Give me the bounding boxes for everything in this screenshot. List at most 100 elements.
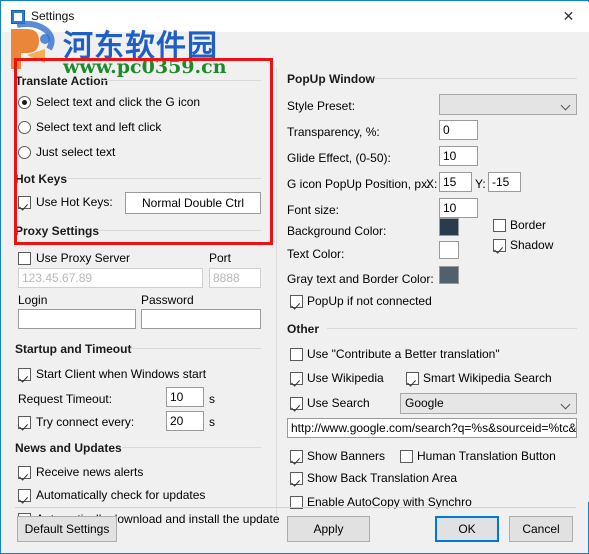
- gray-color-swatch[interactable]: [439, 266, 459, 284]
- group-line: [64, 178, 261, 179]
- label-g-icon-popup-position: G icon PopUp Position, px:: [287, 177, 431, 191]
- settings-dialog: Settings ✕ Translate Action Select text …: [0, 0, 589, 554]
- proxy-login-input[interactable]: [18, 309, 136, 329]
- group-line: [327, 328, 577, 329]
- label-position-y: Y:: [475, 177, 486, 191]
- group-translate-action: Translate Action: [15, 74, 108, 88]
- label-password: Password: [141, 293, 194, 307]
- label-use-search: Use Search: [307, 396, 370, 410]
- default-settings-button[interactable]: Default Settings: [17, 516, 117, 542]
- label-gray-text-border-color: Gray text and Border Color:: [287, 272, 434, 286]
- radio-select-and-g-icon[interactable]: [18, 96, 31, 109]
- checkbox-human-translation-button[interactable]: [400, 450, 413, 463]
- group-news-updates: News and Updates: [15, 441, 122, 455]
- label-login: Login: [18, 293, 48, 307]
- ok-button[interactable]: OK: [435, 516, 499, 542]
- style-preset-select[interactable]: [439, 94, 577, 115]
- apply-button[interactable]: Apply: [287, 516, 370, 542]
- label-glide-effect: Glide Effect, (0-50):: [287, 151, 391, 165]
- label-use-proxy-server: Use Proxy Server: [36, 251, 131, 265]
- group-popup-window: PopUp Window: [287, 72, 375, 86]
- dialog-body: Translate Action Select text and click t…: [2, 32, 589, 526]
- label-background-color: Background Color:: [287, 224, 387, 238]
- checkbox-use-wikipedia[interactable]: [290, 372, 303, 385]
- proxy-password-input[interactable]: [141, 309, 261, 329]
- label-show-back-translation-area: Show Back Translation Area: [307, 471, 458, 485]
- popup-position-x-input[interactable]: 15: [439, 172, 472, 192]
- glide-effect-input[interactable]: 10: [439, 146, 478, 166]
- label-human-translation-button: Human Translation Button: [417, 449, 556, 463]
- popup-position-y-input[interactable]: -15: [488, 172, 521, 192]
- radio-label-just-select-text: Just select text: [36, 145, 116, 159]
- close-button[interactable]: ✕: [548, 3, 589, 32]
- label-border: Border: [510, 218, 547, 232]
- label-transparency: Transparency, %:: [287, 125, 380, 139]
- label-receive-news-alerts: Receive news alerts: [36, 465, 144, 479]
- search-url-input[interactable]: http://www.google.com/search?q=%s&source…: [287, 418, 577, 438]
- text-color-swatch[interactable]: [439, 241, 459, 259]
- group-proxy-settings: Proxy Settings: [15, 224, 100, 238]
- label-try-connect-every: Try connect every:: [36, 415, 135, 429]
- try-connect-interval-input[interactable]: 20: [166, 411, 204, 431]
- label-show-banners: Show Banners: [307, 449, 386, 463]
- search-engine-select[interactable]: Google: [400, 393, 577, 414]
- checkbox-receive-news-alerts[interactable]: [18, 466, 31, 479]
- label-style-preset: Style Preset:: [287, 99, 356, 113]
- proxy-server-input[interactable]: 123.45.67.89: [18, 268, 203, 288]
- chevron-down-icon: [562, 102, 570, 110]
- checkbox-use-hot-keys[interactable]: [18, 196, 31, 209]
- transparency-input[interactable]: 0: [439, 120, 478, 140]
- checkbox-show-banners[interactable]: [290, 450, 303, 463]
- label-smart-wikipedia-search: Smart Wikipedia Search: [423, 371, 552, 385]
- group-line: [122, 447, 261, 448]
- group-line: [95, 230, 261, 231]
- proxy-port-input[interactable]: 8888: [209, 268, 261, 288]
- checkbox-smart-wikipedia-search[interactable]: [406, 372, 419, 385]
- settings-app-icon: [11, 10, 25, 24]
- cancel-button[interactable]: Cancel: [509, 516, 573, 542]
- checkbox-shadow[interactable]: [493, 239, 506, 252]
- label-use-wikipedia: Use Wikipedia: [307, 371, 384, 385]
- group-other: Other: [287, 322, 320, 336]
- radio-select-and-left-click[interactable]: [18, 121, 31, 134]
- label-request-timeout-unit: s: [209, 392, 215, 406]
- group-line: [130, 348, 261, 349]
- checkbox-show-back-translation-area[interactable]: [290, 472, 303, 485]
- label-text-color: Text Color:: [287, 247, 345, 261]
- footer-separator: [15, 507, 576, 508]
- group-hot-keys: Hot Keys: [15, 172, 68, 186]
- checkbox-popup-if-not-connected[interactable]: [290, 295, 303, 308]
- radio-label-select-and-g-icon: Select text and click the G icon: [36, 95, 201, 109]
- close-icon: ✕: [562, 9, 575, 25]
- label-position-x: X:: [426, 177, 438, 191]
- checkbox-use-proxy-server[interactable]: [18, 252, 31, 265]
- label-try-connect-unit: s: [209, 415, 215, 429]
- label-start-client-on-windows-start: Start Client when Windows start: [36, 367, 207, 381]
- label-auto-check-updates: Automatically check for updates: [36, 488, 206, 502]
- radio-just-select-text[interactable]: [18, 146, 31, 159]
- label-use-hot-keys: Use Hot Keys:: [36, 195, 113, 209]
- search-engine-value: Google: [405, 396, 444, 410]
- window-title: Settings: [31, 9, 75, 23]
- group-startup-timeout: Startup and Timeout: [15, 342, 132, 356]
- checkbox-auto-check-updates[interactable]: [18, 489, 31, 502]
- group-line: [102, 80, 261, 81]
- label-port: Port: [209, 251, 232, 265]
- checkbox-contribute-better-translation[interactable]: [290, 348, 303, 361]
- checkbox-start-client-on-windows-start[interactable]: [18, 368, 31, 381]
- label-font-size: Font size:: [287, 203, 340, 217]
- label-contribute-better-translation: Use "Contribute a Better translation": [307, 347, 500, 361]
- panel-divider: [276, 68, 277, 523]
- chevron-down-icon: [562, 401, 570, 409]
- title-bar: Settings ✕: [2, 2, 589, 32]
- checkbox-try-connect-every[interactable]: [18, 416, 31, 429]
- request-timeout-input[interactable]: 10: [166, 387, 204, 407]
- background-color-swatch[interactable]: [439, 218, 459, 236]
- label-shadow: Shadow: [510, 238, 554, 252]
- hotkey-combination-button[interactable]: Normal Double Ctrl: [125, 192, 261, 214]
- group-line: [374, 78, 577, 79]
- checkbox-use-search[interactable]: [290, 397, 303, 410]
- checkbox-border[interactable]: [493, 219, 506, 232]
- label-request-timeout: Request Timeout:: [18, 392, 113, 406]
- font-size-input[interactable]: 10: [439, 198, 478, 218]
